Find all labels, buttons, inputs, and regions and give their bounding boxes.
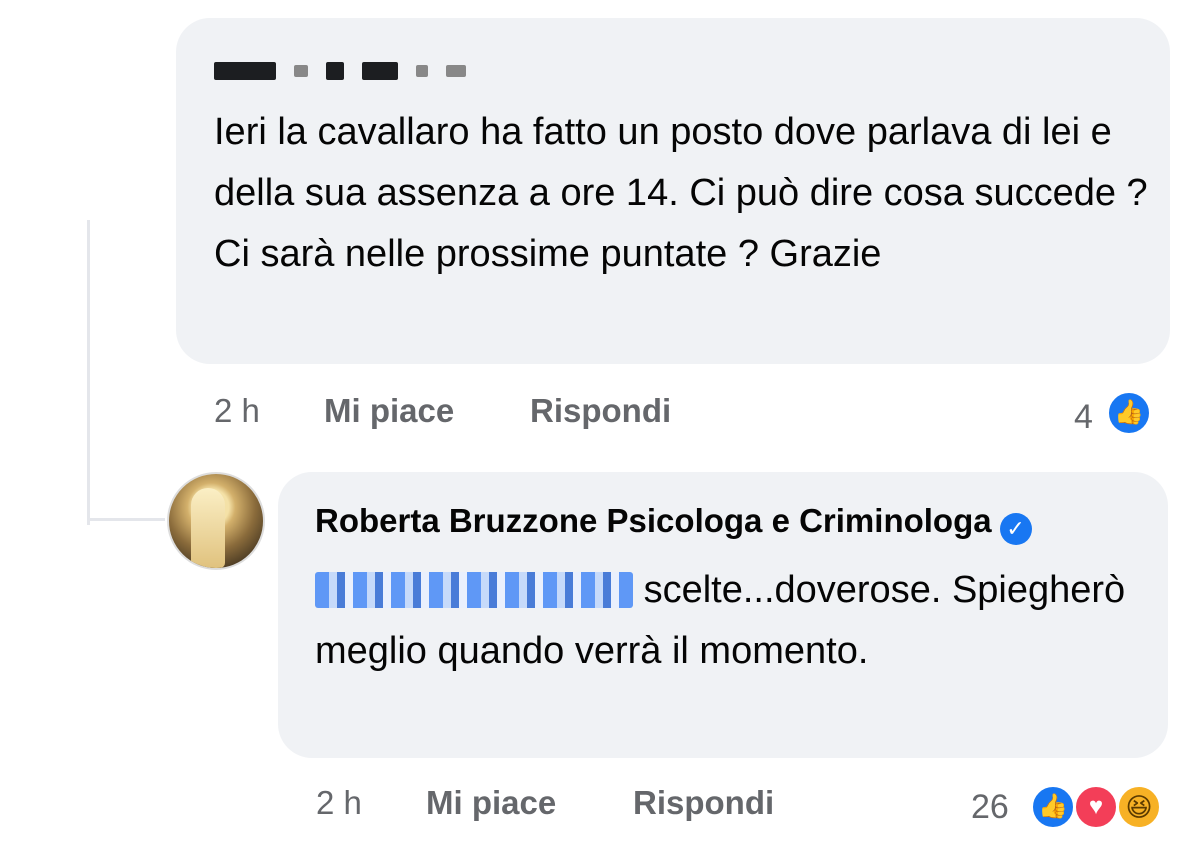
comment-bubble-2: Roberta Bruzzone Psicologa e Criminologa…: [278, 472, 1168, 758]
comment-1-like-button[interactable]: Mi piace: [324, 392, 454, 430]
thread-connector-line: [87, 220, 90, 525]
comment-2-like-button[interactable]: Mi piace: [426, 784, 556, 822]
comment-bubble-1: Ieri la cavallaro ha fatto un posto dove…: [176, 18, 1170, 364]
comment-1-reply-label: Rispondi: [530, 392, 672, 429]
haha-icon[interactable]: 😆: [1116, 784, 1162, 830]
thread-connector-branch: [87, 518, 165, 521]
comment-1-like-label: Mi piace: [324, 392, 455, 429]
comment-2-author-name: Roberta Bruzzone Psicologa e Criminologa: [315, 502, 992, 539]
love-icon[interactable]: ♥: [1073, 784, 1119, 830]
avatar[interactable]: [167, 472, 265, 570]
redacted-author-name[interactable]: [214, 56, 484, 86]
verified-check-icon: ✓: [999, 513, 1032, 545]
comment-2-timestamp[interactable]: 2 h: [316, 784, 362, 822]
comment-1-text: Ieri la cavallaro ha fatto un posto dove…: [214, 111, 1148, 275]
comment-2-reply-button[interactable]: Rispondi: [633, 784, 774, 822]
comment-2-reply-label: Rispondi: [633, 784, 775, 821]
comment-2-text: scelte...doverose. Spiegherò meglio quan…: [315, 560, 1145, 682]
comment-2-author[interactable]: Roberta Bruzzone Psicologa e Criminologa…: [315, 502, 1032, 545]
comment-1-reply-button[interactable]: Rispondi: [530, 392, 671, 430]
comment-2-like-label: Mi piace: [426, 784, 557, 821]
redacted-mention[interactable]: [315, 572, 633, 608]
like-icon[interactable]: 👍: [1030, 784, 1076, 830]
comment-1-reaction-count[interactable]: 4: [1074, 398, 1093, 437]
comment-1-timestamp[interactable]: 2 h: [214, 392, 260, 430]
comment-2-reaction-count[interactable]: 26: [971, 788, 1009, 827]
like-icon[interactable]: 👍: [1106, 390, 1152, 436]
